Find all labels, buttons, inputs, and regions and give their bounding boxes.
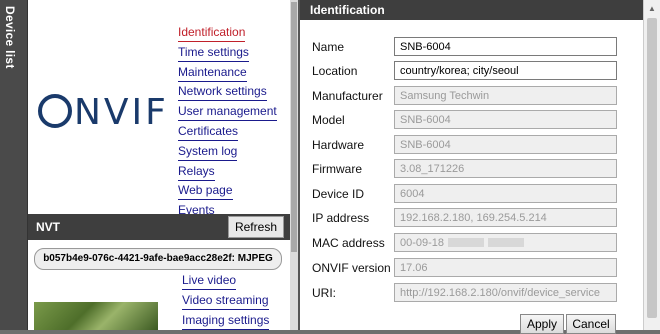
left-scrollbar[interactable]: [290, 0, 298, 330]
onvif-version-label: ONVIF version: [312, 261, 391, 275]
apply-button[interactable]: Apply: [520, 314, 564, 334]
redaction-blur: [488, 238, 525, 247]
hardware-field: SNB-6004: [394, 135, 617, 154]
menu-relays[interactable]: Relays: [178, 163, 215, 181]
onvif-logo: NVIF: [38, 92, 169, 133]
menu-maintenance[interactable]: Maintenance: [178, 64, 247, 82]
menu-network-settings[interactable]: Network settings: [178, 83, 267, 102]
menu-identification[interactable]: Identification: [178, 24, 246, 42]
name-field[interactable]: SNB-6004: [394, 37, 617, 56]
mac-address-label: MAC address: [312, 236, 385, 250]
name-label: Name: [312, 40, 345, 54]
menu-time-settings[interactable]: Time settings: [178, 44, 249, 62]
device-id-field: 6004: [394, 184, 617, 203]
model-label: Model: [312, 113, 345, 127]
nvt-title: NVT: [36, 220, 60, 234]
settings-menu: Identification Time settings Maintenance…: [178, 24, 277, 222]
device-id-label: Device ID: [312, 187, 365, 201]
firmware-label: Firmware: [312, 162, 362, 176]
device-list-tab[interactable]: Device list: [0, 0, 28, 330]
refresh-button[interactable]: Refresh: [227, 216, 284, 238]
menu-certificates[interactable]: Certificates: [178, 123, 239, 141]
manufacturer-field: Samsung Techwin: [394, 86, 617, 105]
uri-label: URI:: [312, 286, 336, 300]
device-profile-entry[interactable]: b057b4e9-076c-4421-9afe-bae9acc28e2f: MJ…: [34, 248, 282, 270]
ip-address-field: 192.168.2.180, 169.254.5.214: [394, 208, 617, 227]
menu-live-video[interactable]: Live video: [182, 272, 237, 290]
menu-video-streaming[interactable]: Video streaming: [182, 292, 269, 310]
mac-address-field: 00-09-18: [394, 233, 617, 252]
firmware-field: 3.08_171226: [394, 159, 617, 178]
menu-web-page[interactable]: Web page: [178, 182, 233, 201]
onvif-version-field: 17.06: [394, 258, 617, 277]
panel-title: Identification: [310, 3, 385, 17]
right-scrollbar-thumb[interactable]: [647, 18, 657, 318]
hardware-label: Hardware: [312, 138, 365, 152]
menu-user-management[interactable]: User management: [178, 103, 277, 122]
menu-imaging-settings[interactable]: Imaging settings: [182, 312, 270, 330]
location-field[interactable]: country/korea; city/seoul: [394, 61, 617, 80]
device-list-label: Device list: [3, 6, 17, 69]
location-label: Location: [312, 64, 358, 78]
mac-address-value: 00-09-18: [400, 237, 445, 249]
nvt-header: NVT Refresh: [28, 214, 290, 240]
menu-system-log[interactable]: System log: [178, 143, 238, 161]
model-field: SNB-6004: [394, 110, 617, 129]
redaction-blur: [448, 238, 485, 247]
uri-field: http://192.168.2.180/onvif/device_servic…: [394, 283, 617, 302]
ip-address-label: IP address: [312, 211, 370, 225]
media-menu: Live video Video streaming Imaging setti…: [182, 272, 270, 331]
cancel-button[interactable]: Cancel: [566, 314, 616, 334]
left-scrollbar-thumb[interactable]: [291, 2, 297, 252]
video-thumbnail[interactable]: [34, 302, 158, 330]
scroll-up-icon[interactable]: ▲: [648, 4, 656, 13]
panel-header: Identification: [300, 0, 643, 20]
identification-panel: Identification Name SNB-6004 Location co…: [300, 0, 643, 334]
right-scrollbar[interactable]: ▲: [643, 0, 660, 330]
left-panel: NVIF Identification Time settings Mainte…: [28, 0, 290, 330]
manufacturer-label: Manufacturer: [312, 89, 383, 103]
